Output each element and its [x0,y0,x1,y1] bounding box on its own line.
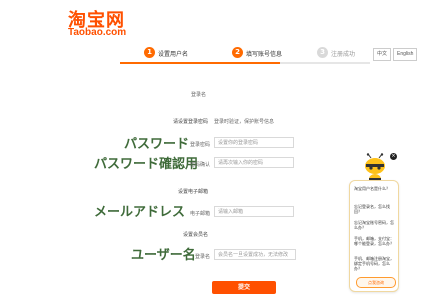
step-2-label: 填写账号信息 [246,51,283,58]
nickname-section-label: 设置会员名 [182,232,208,238]
password-section-hint: 登录时验证，保护账号信息 [214,119,275,125]
assistant-question-3[interactable]: 忘记淘宝账号密码，怎么办？ [354,220,394,230]
email-input[interactable]: 请输入邮箱 [214,206,294,217]
step-1-circle: 1 [144,47,155,58]
step-1-label: 设置用户名 [158,51,189,58]
email-section-label: 设置电子邮箱 [177,189,208,195]
password-label: 登录密码 [189,142,210,148]
step-3-circle: 3 [317,47,328,58]
confirm-password-label: 密码确认 [189,162,210,168]
step-2-circle: 2 [232,47,243,58]
assistant-question-1[interactable]: 淘宝用户名是什么？ [354,186,394,191]
login-name-label: 登录名 [190,92,206,98]
assistant-question-4[interactable]: 手机，邮箱，支付宝：哪个能登录，怎么办？ [354,236,394,246]
password-input[interactable]: 设置你的登录密码 [214,137,294,148]
nickname-label: 登录名 [194,254,210,260]
assistant-question-5[interactable]: 手机、邮箱注册淘宝，绑定手机号码，怎么办？ [354,256,394,271]
language-english[interactable]: English [393,48,418,61]
taobao-logo-text: Taobao.com [68,27,127,38]
step-progress-inactive [280,62,370,64]
step-progress-active [120,62,280,64]
password-section-label: 请设置登录密码 [172,119,208,125]
close-assistant-icon[interactable]: × [390,153,397,160]
language-chinese[interactable]: 中文 [373,48,392,61]
submit-button[interactable]: 提交 [212,281,276,294]
step-3-label: 注册成功 [331,51,356,58]
consult-button[interactable]: 点我咨询 [356,277,396,288]
nickname-input[interactable]: 会员名一旦设置成功，无法修改 [214,249,296,260]
assistant-panel: 淘宝用户名是什么？ 忘记登录名，怎么找回？ 忘记淘宝账号密码，怎么办？ 手机，邮… [349,180,399,292]
assistant-question-2[interactable]: 忘记登录名，怎么找回？ [354,204,394,214]
confirm-password-input[interactable]: 请再次输入你的密码 [214,157,294,168]
email-label: 电子邮箱 [189,211,210,217]
